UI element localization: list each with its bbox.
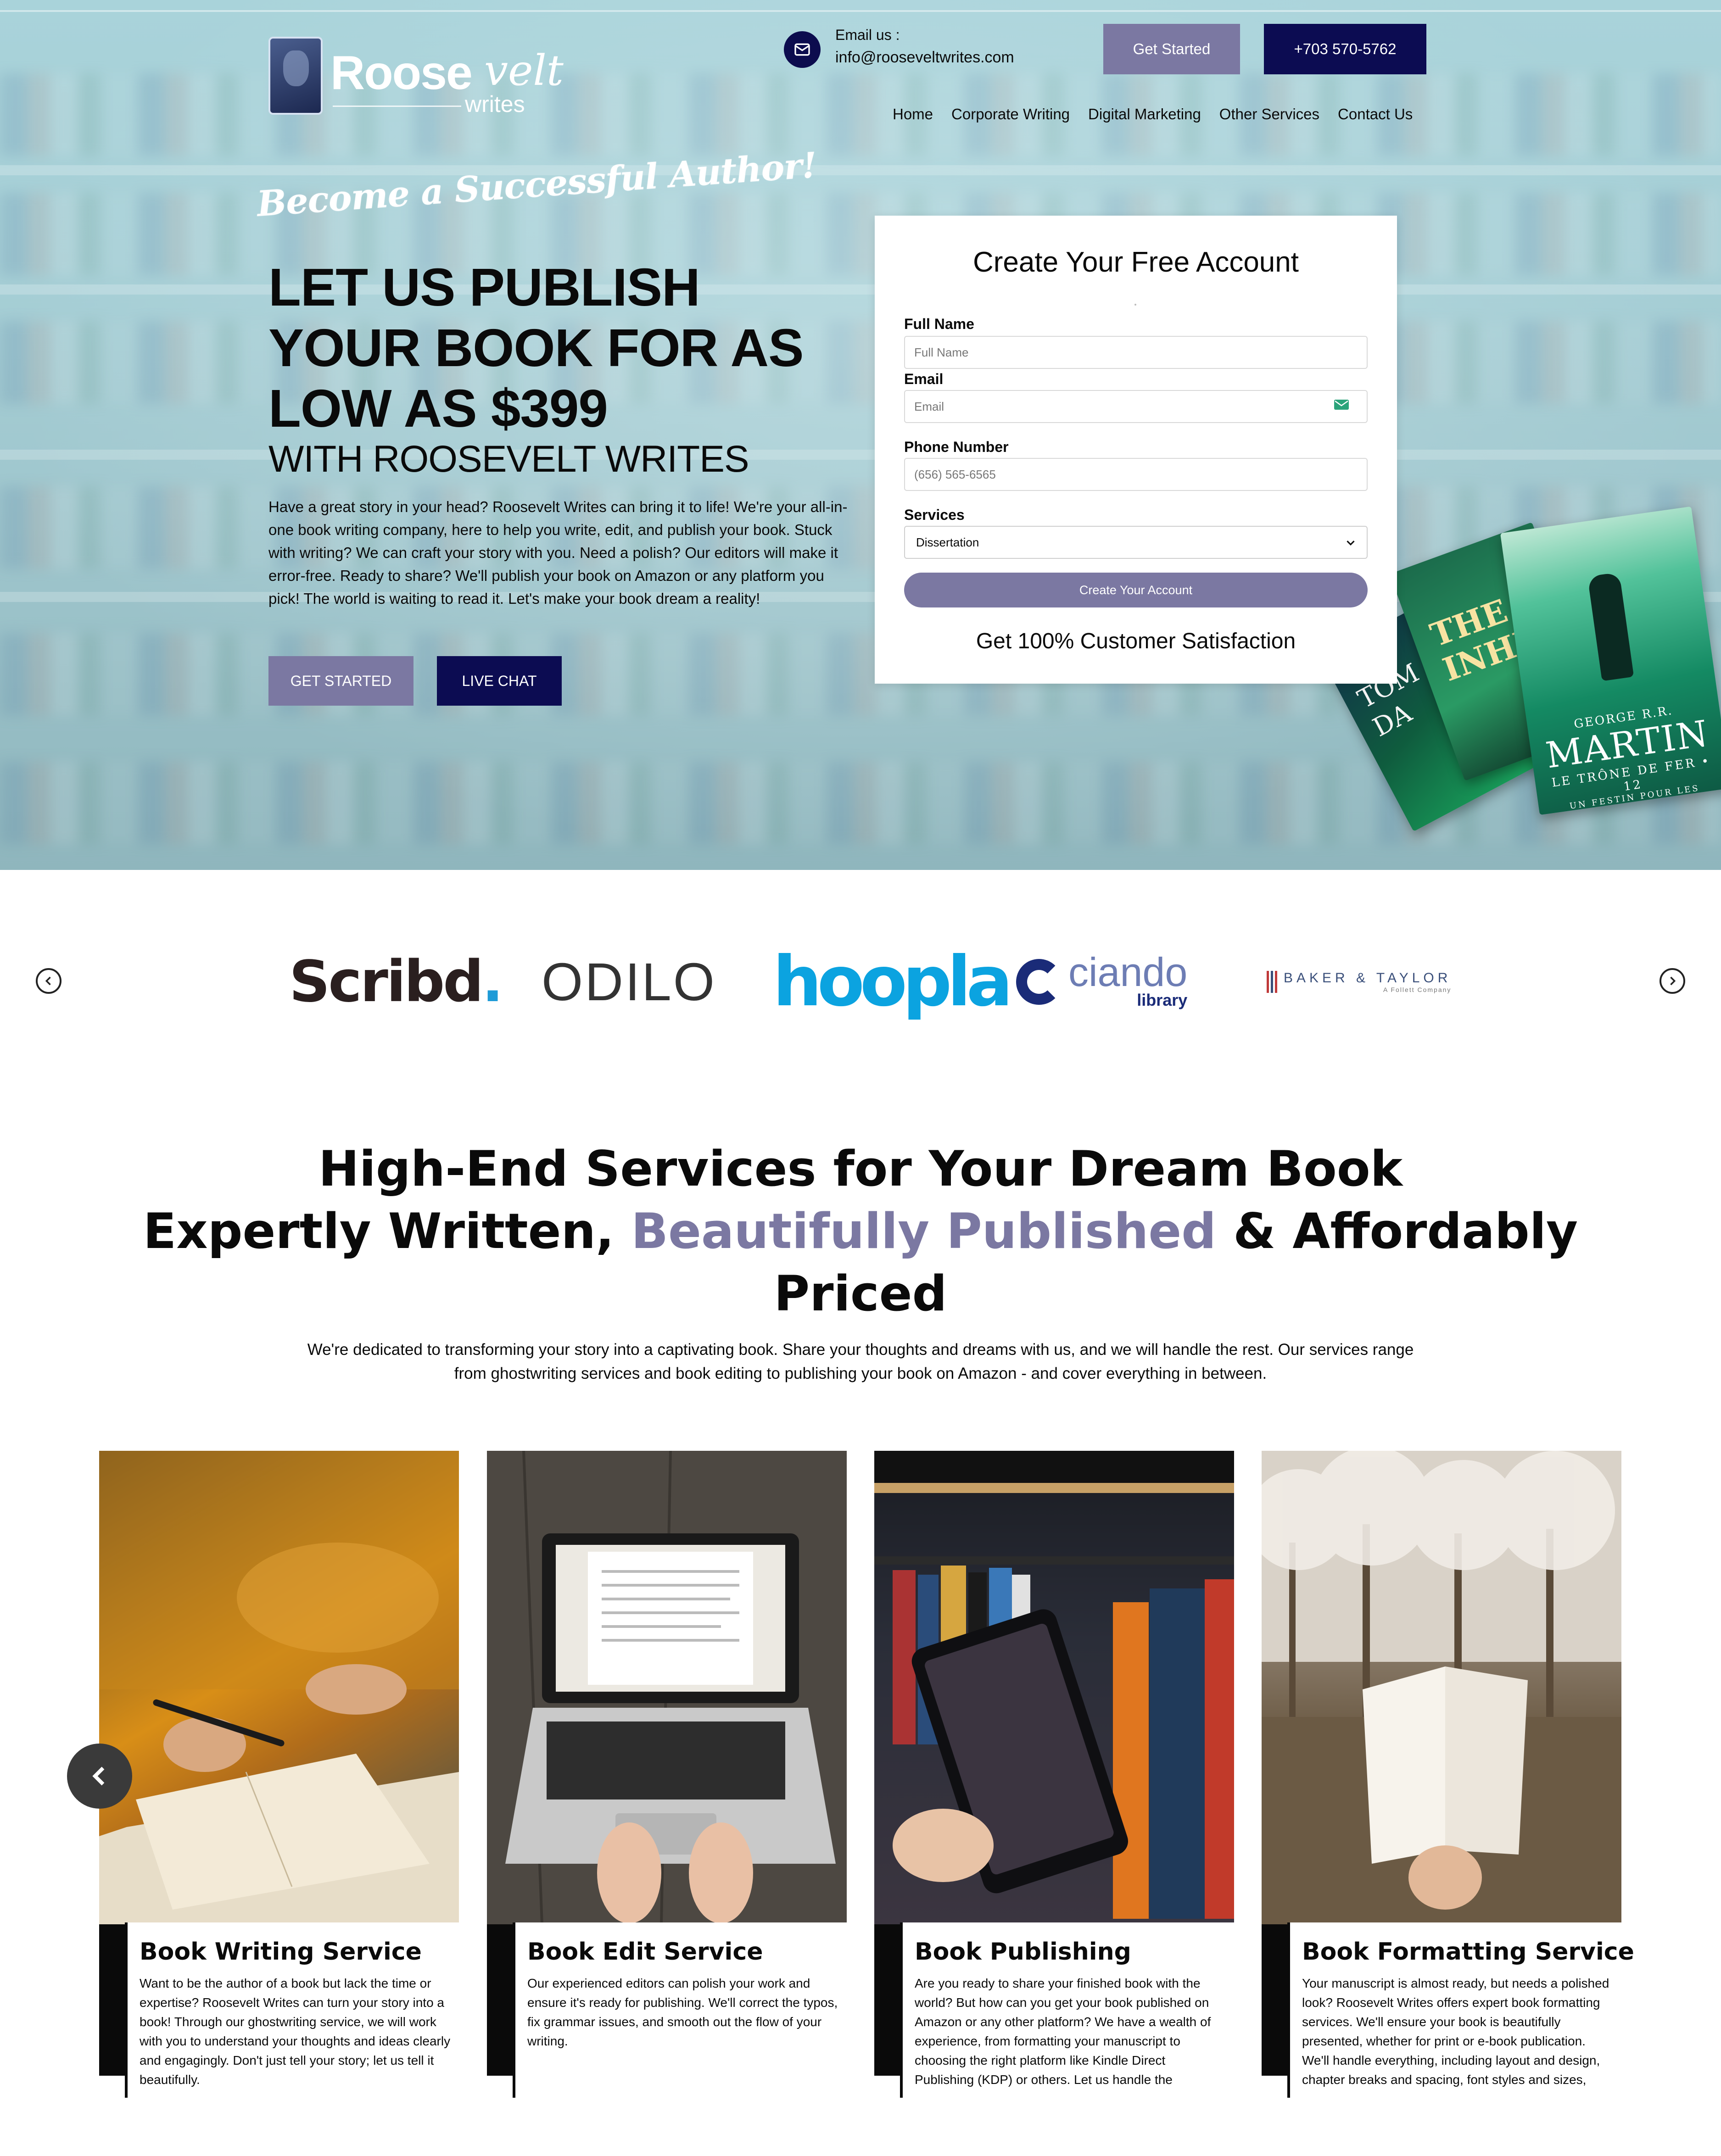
baker-taylor-icon (1267, 971, 1277, 993)
email-input[interactable] (904, 390, 1368, 423)
hoopla-wordmark: hoopla (773, 942, 1013, 1022)
service-card-book-writing[interactable]: Book Writing Service Want to be the auth… (99, 1451, 459, 2098)
services-heading-line2a: Expertly Written, (143, 1203, 631, 1259)
hero-live-chat-button[interactable]: LIVE CHAT (437, 656, 562, 706)
services-heading-line2b: & Affordably (1216, 1203, 1578, 1259)
service-card-text: Book Edit Service Our experienced editor… (513, 1922, 847, 2098)
phone-input[interactable] (904, 458, 1368, 491)
email-label: Email us : (835, 27, 900, 43)
partner-logo-baker-taylor: BAKER & TAYLOR A Follett Company (1267, 945, 1451, 1019)
nav-corporate-writing[interactable]: Corporate Writing (951, 106, 1070, 128)
phone-label: Phone Number (904, 439, 1009, 455)
service-card-text: Book Formatting Service Your manuscript … (1287, 1922, 1634, 2098)
service-card-description: Are you ready to share your finished boo… (915, 1976, 1211, 2087)
baker-taylor-sub: A Follett Company (1383, 986, 1452, 993)
full-name-label: Full Name (904, 316, 974, 332)
service-card-book-edit[interactable]: Book Edit Service Our experienced editor… (487, 1451, 847, 2098)
chevron-down-icon (1347, 540, 1355, 546)
services-label: Services (904, 507, 965, 523)
logo-script: velt (484, 46, 564, 95)
form-divider-dot (1134, 304, 1136, 306)
book-cover-figure (1587, 572, 1634, 681)
email-contact[interactable]: Email us : info@rooseveltwrites.com (784, 27, 1041, 72)
service-card-title: Book Publishing (915, 1938, 1131, 1966)
chevron-left-icon (92, 1766, 105, 1786)
service-card-title: Book Writing Service (140, 1938, 422, 1966)
services-heading-line3: Priced (774, 1265, 947, 1322)
hero-get-started-button[interactable]: GET STARTED (268, 656, 413, 706)
signup-form: Create Your Free Account Full Name Email… (875, 216, 1397, 684)
partner-logo-hoopla: hoopla (773, 942, 1013, 1022)
satisfaction-note: Get 100% Customer Satisfaction (976, 629, 1296, 653)
logo-underline (333, 106, 461, 107)
email-validate-icon (1334, 400, 1349, 410)
services-select[interactable]: Dissertation (904, 526, 1368, 559)
partner-logo-odilo: ODILO (542, 945, 716, 1019)
services-intro: We're dedicated to transforming your sto… (307, 1341, 1414, 1382)
partners-next-button[interactable] (1660, 968, 1685, 994)
create-account-button[interactable]: Create Your Account (904, 573, 1368, 607)
partners-prev-button[interactable] (36, 968, 61, 994)
logo-sub: writes (465, 91, 525, 117)
services-selected-value: Dissertation (916, 535, 979, 549)
service-card-description: Want to be the author of a book but lack… (140, 1976, 451, 2087)
service-card-description: Our experienced editors can polish your … (527, 1976, 838, 2048)
services-heading-line1: High-End Services for Your Dream Book (318, 1141, 1403, 1197)
baker-taylor-wordmark: BAKER & TAYLOR (1284, 970, 1452, 986)
ciando-wordmark: ciando (1068, 949, 1188, 995)
partner-logo-ciando: ciando library (1016, 945, 1187, 1019)
top-divider (0, 10, 1721, 12)
service-card-title: Book Edit Service (527, 1938, 763, 1966)
nav-digital-marketing[interactable]: Digital Marketing (1088, 106, 1201, 128)
header-get-started-button[interactable]: Get Started (1103, 24, 1240, 74)
partner-logo-scribd: Scribd. (289, 945, 503, 1019)
scribd-dot: . (482, 949, 503, 1015)
nav-contact-us[interactable]: Contact Us (1338, 106, 1413, 128)
service-card-book-formatting[interactable]: Book Formatting Service Your manuscript … (1262, 1451, 1634, 2098)
services-heading: High-End Services for Your Dream Book Ex… (0, 1138, 1721, 1325)
book-writing-photo (99, 1451, 459, 1924)
logo-brand: Roose (330, 46, 473, 100)
nav-home[interactable]: Home (893, 106, 933, 128)
header-phone-button[interactable]: +703 570-5762 (1264, 24, 1426, 74)
hero-subhead: WITH ROOSEVELT WRITES (268, 438, 749, 480)
service-card-description: Your manuscript is almost ready, but nee… (1302, 1976, 1609, 2087)
book-formatting-photo (1262, 1451, 1621, 1924)
card-accent-bar (874, 1924, 900, 2076)
services-prev-button[interactable] (67, 1744, 132, 1809)
main-nav: Home Corporate Writing Digital Marketing… (893, 106, 1453, 128)
book-cover-3: GEORGE R.R. MARTIN LE TRÔNE DE FER • 12 … (1500, 506, 1721, 815)
service-card-text: Book Writing Service Want to be the auth… (125, 1922, 459, 2098)
envelope-icon (784, 31, 821, 68)
nav-other-services[interactable]: Other Services (1219, 106, 1319, 128)
card-accent-bar (99, 1924, 125, 2076)
service-card-book-publishing[interactable]: Book Publishing Are you ready to share y… (874, 1451, 1234, 2098)
chevron-right-icon (1670, 976, 1676, 986)
card-accent-bar (487, 1924, 513, 2076)
book-edit-photo (487, 1451, 847, 1924)
service-card-text: Book Publishing Are you ready to share y… (900, 1922, 1234, 2098)
chevron-left-icon (45, 976, 51, 986)
email-address-link[interactable]: info@rooseveltwrites.com (835, 49, 1014, 67)
hero-section: Roose velt writes Email us : info@roosev… (0, 0, 1721, 870)
ciando-c-icon (1016, 959, 1062, 1005)
book-publishing-photo (874, 1451, 1234, 1924)
odilo-wordmark: ODILO (542, 952, 716, 1012)
full-name-input[interactable] (904, 336, 1368, 369)
card-accent-bar (1262, 1924, 1287, 2076)
services-heading-accent: Beautifully Published (631, 1203, 1217, 1259)
hero-description: Have a great story in your head? Rooseve… (268, 498, 848, 607)
service-card-title: Book Formatting Service (1302, 1938, 1634, 1966)
form-title: Create Your Free Account (972, 246, 1299, 278)
site-logo[interactable]: Roose velt writes (268, 37, 599, 119)
hero-headline: LET US PUBLISH YOUR BOOK FOR AS LOW AS $… (268, 257, 804, 438)
email-field-label: Email (904, 371, 944, 387)
scribd-wordmark: Scribd (289, 949, 484, 1015)
logo-portrait-icon (268, 37, 323, 115)
